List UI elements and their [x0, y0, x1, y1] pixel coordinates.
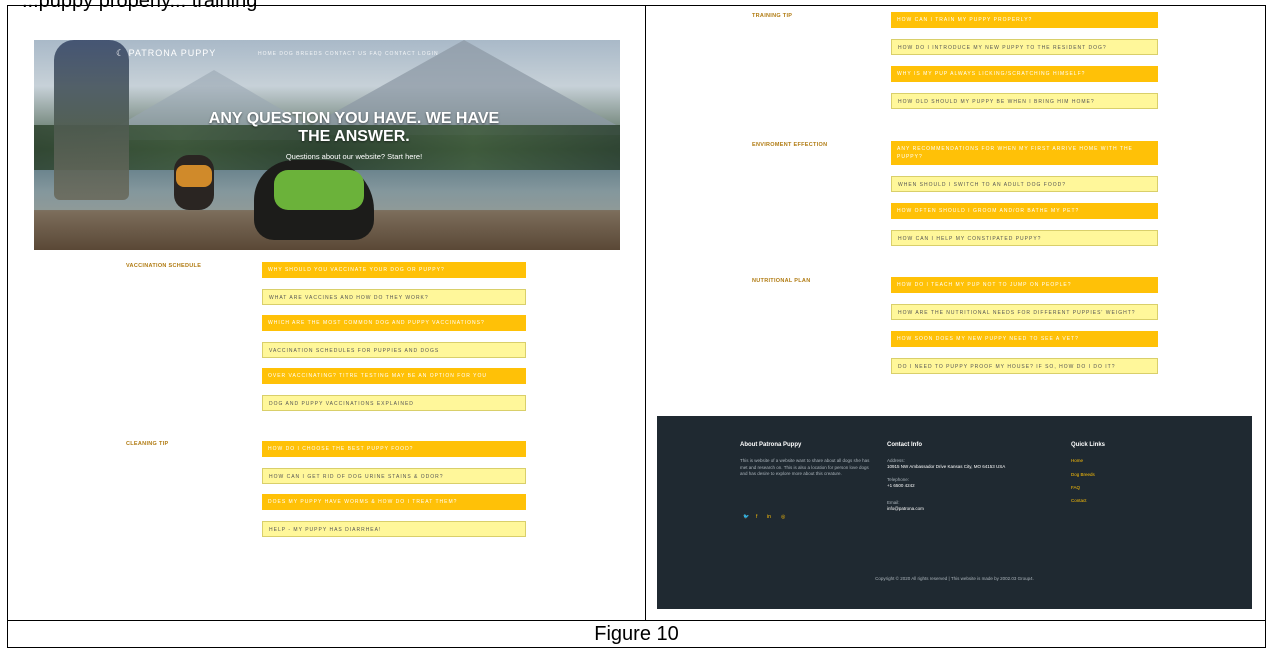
- dog-backpack: [176, 165, 212, 187]
- twitter-icon[interactable]: 🐦: [743, 514, 749, 520]
- figure-divider: [645, 5, 646, 620]
- faq-item[interactable]: DO I NEED TO PUPPY PROOF MY HOUSE? IF SO…: [891, 358, 1158, 374]
- paw-icon: ☾: [116, 48, 129, 58]
- faq-item[interactable]: ANY RECOMMENDATIONS FOR WHEN MY FIRST AR…: [891, 141, 1158, 165]
- hero-banner: ☾ PATRONA PUPPY HOME DOG BREEDS CONTACT …: [34, 40, 620, 250]
- faq-item[interactable]: WHY IS MY PUP ALWAYS LICKING/SCRATCHING …: [891, 66, 1158, 82]
- faq-item[interactable]: WHICH ARE THE MOST COMMON DOG AND PUPPY …: [262, 315, 526, 331]
- hiker-figure: [54, 40, 129, 200]
- telephone-value: +1 6500 4242: [887, 483, 915, 488]
- footer-link-dog-breeds[interactable]: Dog Breeds: [1071, 472, 1095, 477]
- brand-name: PATRONA PUPPY: [128, 48, 217, 58]
- faq-item[interactable]: WHEN SHOULD I SWITCH TO AN ADULT DOG FOO…: [891, 176, 1158, 192]
- instagram-icon[interactable]: ◎: [781, 514, 785, 520]
- faq-item[interactable]: HOW DO I CHOOSE THE BEST PUPPY FOOD?: [262, 441, 526, 457]
- faq-item[interactable]: HOW OFTEN SHOULD I GROOM AND/OR BATHE MY…: [891, 203, 1158, 219]
- faq-item[interactable]: HOW CAN I HELP MY CONSTIPATED PUPPY?: [891, 230, 1158, 246]
- top-nav[interactable]: HOME DOG BREEDS CONTACT US FAQ CONTACT L…: [258, 51, 439, 57]
- footer-link-home[interactable]: Home: [1071, 458, 1083, 463]
- faq-item[interactable]: HOW OLD SHOULD MY PUPPY BE WHEN I BRING …: [891, 93, 1158, 109]
- faq-item[interactable]: WHAT ARE VACCINES AND HOW DO THEY WORK?: [262, 289, 526, 305]
- faq-item[interactable]: DOG AND PUPPY VACCINATIONS EXPLAINED: [262, 395, 526, 411]
- footer-link-contact[interactable]: Contact: [1071, 498, 1087, 503]
- section-label-nutrition: NUTRITIONAL PLAN: [752, 278, 811, 284]
- section-label-cleaning: CLEANING TIP: [126, 441, 169, 447]
- footer-about-text: This is website of a website want to sha…: [740, 458, 870, 476]
- section-label-environment: ENVIROMENT EFFECTION: [752, 142, 828, 148]
- brand-logo[interactable]: ☾ PATRONA PUPPY: [116, 48, 216, 59]
- address-value: 10915 NW Ambassador Drive Kansas City, M…: [887, 464, 1006, 469]
- faq-item[interactable]: WHY SHOULD YOU VACCINATE YOUR DOG OR PUP…: [262, 262, 526, 278]
- footer-about-title: About Patrona Puppy: [740, 442, 802, 448]
- section-label-training: TRAINING TIP: [752, 13, 793, 19]
- email-value[interactable]: info@patrona.com: [887, 506, 924, 513]
- facebook-icon[interactable]: f: [756, 514, 757, 520]
- dog-backpack: [274, 170, 364, 210]
- figure-caption: Figure 10: [594, 623, 679, 645]
- footer-links-title: Quick Links: [1071, 442, 1106, 448]
- faq-item[interactable]: HOW CAN I TRAIN MY PUPPY PROPERLY?: [891, 12, 1158, 28]
- faq-item[interactable]: HELP - MY PUPPY HAS DIARRHEA!: [262, 521, 526, 537]
- faq-item[interactable]: HOW DO I TEACH MY PUP NOT TO JUMP ON PEO…: [891, 277, 1158, 293]
- hero-subtitle: Questions about our website? Start here!: [285, 152, 423, 161]
- site-footer: About Patrona Puppy This is website of a…: [657, 416, 1252, 609]
- linkedin-icon[interactable]: in: [767, 514, 771, 520]
- faq-item[interactable]: OVER VACCINATING? TITRE TESTING MAY BE A…: [262, 368, 526, 384]
- faq-item[interactable]: VACCINATION SCHEDULES FOR PUPPIES AND DO…: [262, 342, 526, 358]
- footer-contact-title: Contact Info: [887, 442, 922, 448]
- faq-item[interactable]: DOES MY PUPPY HAVE WORMS & HOW DO I TREA…: [262, 494, 526, 510]
- copyright-text: Copyright © 2020 All rights reserved | T…: [875, 576, 1034, 581]
- faq-item[interactable]: HOW DO I INTRODUCE MY NEW PUPPY TO THE R…: [891, 39, 1158, 55]
- faq-item[interactable]: HOW CAN I GET RID OF DOG URINE STAINS & …: [262, 468, 526, 484]
- faq-item[interactable]: HOW SOON DOES MY NEW PUPPY NEED TO SEE A…: [891, 331, 1158, 347]
- hero-title: ANY QUESTION YOU HAVE. WE HAVE THE ANSWE…: [208, 110, 500, 145]
- section-label-vaccination: VACCINATION SCHEDULE: [126, 263, 202, 269]
- footer-link-faq[interactable]: FAQ: [1071, 485, 1080, 490]
- faq-item[interactable]: HOW ARE THE NUTRITIONAL NEEDS FOR DIFFER…: [891, 304, 1158, 320]
